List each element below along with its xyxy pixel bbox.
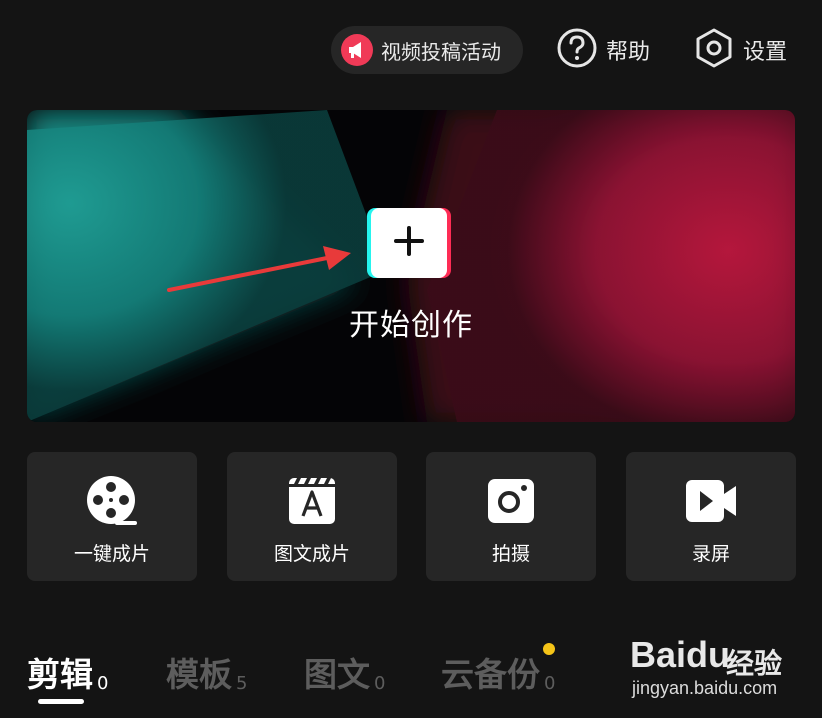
screen-record-button[interactable]: 录屏 — [626, 452, 796, 581]
watermark-url: jingyan.baidu.com — [632, 678, 778, 698]
tab-label: 模板 — [166, 655, 232, 694]
quick-actions: 一键成片 图文成片 拍摄 录屏 — [0, 452, 822, 582]
clapperboard-text-icon — [285, 474, 339, 528]
start-create-banner[interactable]: 开始创作 — [27, 110, 795, 422]
image-text-video-button[interactable]: 图文成片 — [227, 452, 397, 581]
help-button[interactable]: 帮助 — [556, 28, 650, 72]
create-label: 开始创作 — [349, 308, 473, 343]
plus-icon — [392, 224, 426, 262]
action-label: 图文成片 — [273, 543, 350, 565]
watermark-brand: Baidu — [630, 634, 731, 675]
film-reel-icon — [85, 474, 139, 528]
tab-count: 0 — [544, 673, 556, 694]
baidu-jingyan-watermark: Baidu 经验 jingyan.baidu.com — [630, 630, 810, 708]
tab-count: 0 — [374, 673, 386, 694]
action-label: 拍摄 — [491, 543, 530, 565]
notification-dot — [543, 643, 555, 655]
tab-cloud-backup[interactable]: 云备份 0 — [441, 648, 555, 696]
shoot-button[interactable]: 拍摄 — [426, 452, 596, 581]
settings-button[interactable]: 设置 — [693, 28, 787, 72]
gear-icon — [693, 27, 735, 73]
question-icon — [556, 27, 598, 73]
settings-label: 设置 — [743, 40, 788, 65]
tab-label: 图文 — [304, 655, 370, 694]
action-label: 一键成片 — [73, 543, 150, 565]
tab-label: 云备份 — [441, 655, 540, 694]
promo-button[interactable]: 视频投稿活动 — [331, 26, 523, 74]
active-tab-indicator — [38, 699, 84, 704]
promo-label: 视频投稿活动 — [381, 39, 501, 64]
tab-count: 5 — [236, 673, 248, 694]
megaphone-icon — [341, 34, 373, 66]
video-camera-icon — [684, 474, 738, 528]
tab-image-text[interactable]: 图文 0 — [304, 648, 385, 696]
tab-edit[interactable]: 剪辑 0 — [27, 648, 108, 696]
top-bar: 视频投稿活动 帮助 设置 — [0, 0, 822, 100]
tab-label: 剪辑 — [27, 655, 93, 694]
watermark-brand-cn: 经验 — [726, 647, 783, 680]
tab-templates[interactable]: 模板 5 — [166, 648, 247, 696]
action-label: 录屏 — [691, 543, 730, 565]
one-click-video-button[interactable]: 一键成片 — [27, 452, 197, 581]
tab-count: 0 — [97, 673, 109, 694]
help-label: 帮助 — [606, 40, 651, 65]
camera-icon — [484, 474, 538, 528]
create-plus-button[interactable] — [371, 208, 447, 278]
